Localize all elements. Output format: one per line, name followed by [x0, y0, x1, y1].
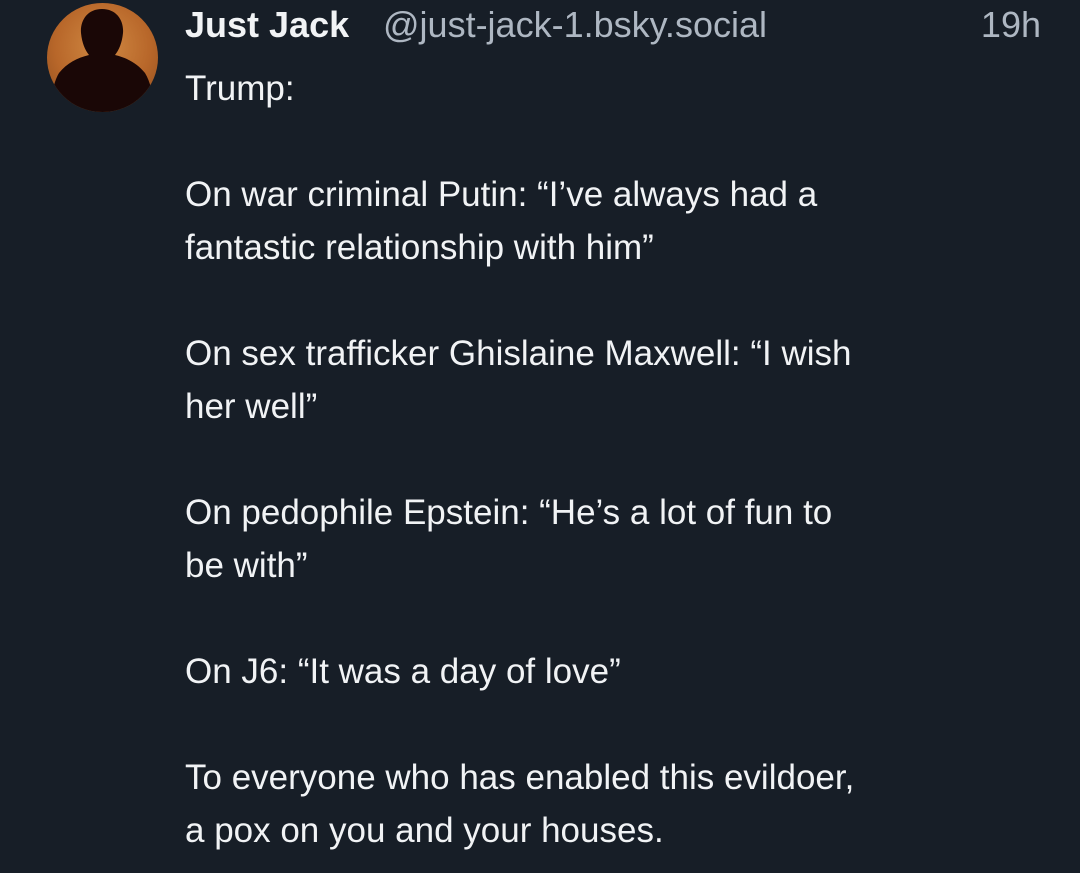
post-line: On war criminal Putin: “I’ve always had …	[185, 175, 818, 214]
post-header: Just Jack @just-jack-1.bsky.social 19h	[185, 0, 1045, 52]
person-silhouette-icon	[51, 9, 154, 112]
author-handle[interactable]: @just-jack-1.bsky.social	[383, 5, 767, 45]
post[interactable]: Just Jack @just-jack-1.bsky.social 19h T…	[0, 0, 1080, 873]
post-body: Trump: On war criminal Putin: “I’ve alwa…	[185, 62, 1045, 857]
post-line: her well”	[185, 387, 318, 426]
post-paragraph: On pedophile Epstein: “He’s a lot of fun…	[185, 486, 1045, 592]
post-paragraph: On sex trafficker Ghislaine Maxwell: “I …	[185, 327, 1045, 433]
author-display-name[interactable]: Just Jack	[185, 5, 349, 45]
post-line: To everyone who has enabled this evildoe…	[185, 758, 855, 797]
post-line: On J6: “It was a day of love”	[185, 652, 621, 691]
post-line: a pox on you and your houses.	[185, 811, 664, 850]
post-timestamp[interactable]: 19h	[981, 5, 1041, 45]
post-line: On sex trafficker Ghislaine Maxwell: “I …	[185, 334, 852, 373]
post-line: Trump:	[185, 69, 295, 108]
post-paragraph: To everyone who has enabled this evildoe…	[185, 751, 1045, 857]
post-line: fantastic relationship with him”	[185, 228, 654, 267]
post-line: be with”	[185, 546, 308, 585]
post-line: On pedophile Epstein: “He’s a lot of fun…	[185, 493, 833, 532]
post-paragraph: On J6: “It was a day of love”	[185, 645, 1045, 698]
post-paragraph: Trump:	[185, 62, 1045, 115]
post-paragraph: On war criminal Putin: “I’ve always had …	[185, 168, 1045, 274]
avatar[interactable]	[47, 3, 158, 112]
